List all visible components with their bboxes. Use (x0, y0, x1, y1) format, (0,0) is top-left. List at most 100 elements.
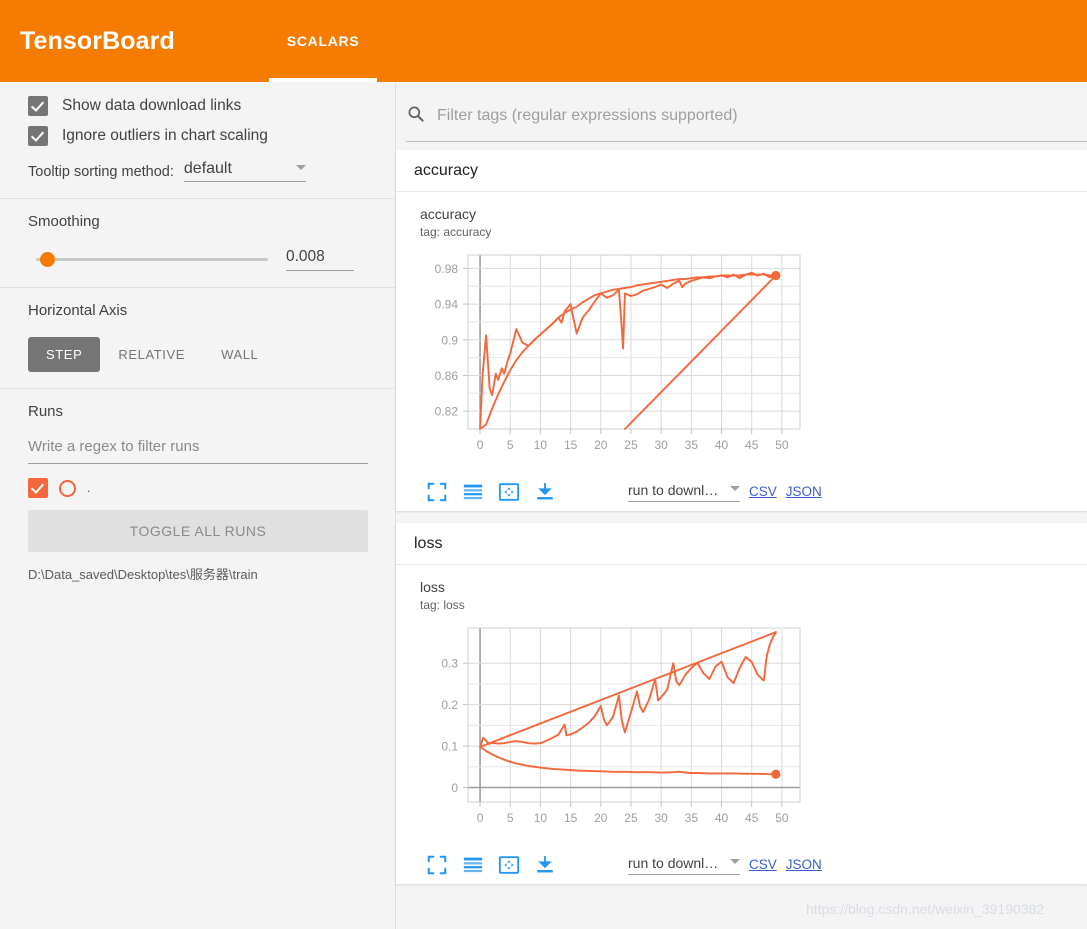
svg-text:15: 15 (564, 811, 578, 825)
app-header: TensorBoard SCALARS (0, 0, 1087, 82)
svg-text:20: 20 (594, 438, 608, 452)
download-icon[interactable] (534, 854, 556, 876)
tensorboard-app: TensorBoard SCALARS Show data download l… (0, 0, 1087, 929)
axis-option-step[interactable]: STEP (28, 337, 101, 372)
main-content: Filter tags (regular expressions support… (396, 82, 1087, 929)
runs-section: Runs Write a regex to filter runs . TOGG… (0, 389, 395, 599)
run-to-download-select[interactable]: run to downl… (628, 855, 740, 875)
sidebar: Show data download links Ignore outliers… (0, 82, 396, 929)
watermark: https://blog.csdn.net/weixin_39190382 (806, 901, 1045, 917)
horizontal-axis-buttons: STEP RELATIVE WALL (28, 337, 367, 372)
data-table-icon[interactable] (462, 854, 484, 876)
runs-title: Runs (28, 403, 64, 420)
card-loss: loss loss tag: loss 0 0.1 0.2 0.3 0 5 10 15 20 25… (396, 523, 1087, 884)
run-color-circle-icon (59, 479, 76, 497)
filter-tags-bar[interactable]: Filter tags (regular expressions support… (406, 92, 1087, 142)
card-header-accuracy[interactable]: accuracy (396, 150, 1087, 192)
chart-tag-accuracy: tag: accuracy (420, 225, 492, 239)
svg-text:30: 30 (654, 438, 668, 452)
svg-text:0.98: 0.98 (435, 262, 459, 276)
svg-text:0: 0 (451, 781, 458, 795)
svg-text:45: 45 (745, 438, 759, 452)
download-csv-link[interactable]: CSV (749, 484, 777, 502)
data-table-icon[interactable] (462, 481, 484, 503)
slider-thumb[interactable] (40, 252, 55, 267)
plot-loss[interactable]: 0 0.1 0.2 0.3 0 5 10 15 20 25 30 35 40 45 50 (410, 620, 1087, 850)
plot-accuracy[interactable]: 0.82 0.86 0.9 0.94 0.98 0 5 10 15 20 25 30 35 40 45 50 (410, 247, 1087, 477)
horizontal-axis-title: Horizontal Axis (28, 302, 128, 319)
chart-title-accuracy: accuracy (420, 206, 477, 222)
toggle-all-runs-button[interactable]: TOGGLE ALL RUNS (28, 510, 368, 552)
smoothing-slider[interactable] (28, 251, 268, 269)
download-csv-link[interactable]: CSV (749, 857, 777, 875)
checkbox-ignore-outliers[interactable]: Ignore outliers in chart scaling (28, 126, 367, 146)
svg-text:30: 30 (654, 811, 668, 825)
run-path-label: D:\Data_saved\Desktop\tes\服务器\train (28, 567, 258, 582)
svg-text:35: 35 (685, 438, 699, 452)
card-header-loss[interactable]: loss (396, 523, 1087, 565)
tooltip-sorting-select[interactable]: default (183, 160, 306, 182)
app-brand: TensorBoard (20, 26, 175, 55)
svg-text:20: 20 (594, 811, 608, 825)
chart-toolbar-accuracy: run to downl… CSV JSON (426, 481, 1087, 503)
download-json-link[interactable]: JSON (786, 857, 822, 875)
svg-text:5: 5 (507, 811, 514, 825)
filter-tags-input[interactable]: Filter tags (regular expressions support… (437, 107, 738, 125)
tooltip-sorting-label: Tooltip sorting method: (28, 164, 174, 180)
run-checkbox[interactable] (28, 478, 48, 498)
tooltip-sorting-value: default (183, 160, 232, 177)
tab-scalars[interactable]: SCALARS (268, 0, 378, 82)
svg-text:0: 0 (477, 438, 484, 452)
fit-domain-icon[interactable] (498, 854, 520, 876)
svg-text:40: 40 (715, 438, 729, 452)
fit-domain-icon[interactable] (498, 481, 520, 503)
smoothing-value-input[interactable]: 0.008 (286, 248, 354, 271)
runs-filter-input[interactable]: Write a regex to filter runs (28, 438, 368, 464)
svg-text:0.94: 0.94 (435, 298, 459, 312)
download-json-link[interactable]: JSON (786, 484, 822, 502)
slider-track (36, 258, 268, 261)
svg-text:0: 0 (477, 811, 484, 825)
svg-text:0.1: 0.1 (441, 740, 458, 754)
download-icon[interactable] (534, 481, 556, 503)
checkbox-label: Ignore outliers in chart scaling (62, 127, 268, 144)
checkbox-label: Show data download links (62, 97, 242, 114)
run-item[interactable]: . (28, 478, 367, 498)
svg-text:25: 25 (624, 438, 638, 452)
nav-tabs: SCALARS (268, 0, 378, 82)
svg-text:0.3: 0.3 (441, 657, 458, 671)
axis-option-relative[interactable]: RELATIVE (100, 337, 203, 372)
chart-toolbar-loss: run to downl… CSV JSON (426, 854, 1087, 876)
run-to-download-value: run to downl… (628, 482, 719, 498)
svg-text:25: 25 (624, 811, 638, 825)
tooltip-sorting-row: Tooltip sorting method: default (28, 160, 367, 182)
card-body-accuracy: accuracy tag: accuracy 0.82 0.86 0.9 0.94 0.… (396, 192, 1087, 511)
svg-text:10: 10 (534, 438, 548, 452)
svg-text:0.9: 0.9 (441, 333, 458, 347)
svg-text:35: 35 (685, 811, 699, 825)
download-group-loss: run to downl… CSV JSON (628, 855, 822, 875)
smoothing-section: Smoothing 0.008 (0, 199, 395, 287)
fullscreen-icon[interactable] (426, 481, 448, 503)
chevron-down-icon (730, 858, 740, 864)
chart-title-loss: loss (420, 579, 445, 595)
run-to-download-select[interactable]: run to downl… (628, 482, 740, 502)
chevron-down-icon (730, 485, 740, 491)
svg-text:15: 15 (564, 438, 578, 452)
svg-text:5: 5 (507, 438, 514, 452)
svg-text:0.2: 0.2 (441, 698, 458, 712)
checkbox-icon[interactable] (28, 126, 48, 146)
axis-option-wall[interactable]: WALL (203, 337, 276, 372)
fullscreen-icon[interactable] (426, 854, 448, 876)
run-label: . (87, 481, 91, 495)
horizontal-axis-section: Horizontal Axis STEP RELATIVE WALL (0, 288, 395, 388)
chevron-down-icon (295, 164, 306, 170)
svg-text:0.86: 0.86 (435, 369, 459, 383)
svg-text:50: 50 (775, 811, 789, 825)
download-group-accuracy: run to downl… CSV JSON (628, 482, 822, 502)
checkbox-show-download-links[interactable]: Show data download links (28, 96, 367, 116)
checkbox-icon[interactable] (28, 96, 48, 116)
smoothing-title: Smoothing (28, 213, 100, 230)
search-icon (406, 104, 425, 128)
sidebar-options-section: Show data download links Ignore outliers… (0, 82, 395, 198)
